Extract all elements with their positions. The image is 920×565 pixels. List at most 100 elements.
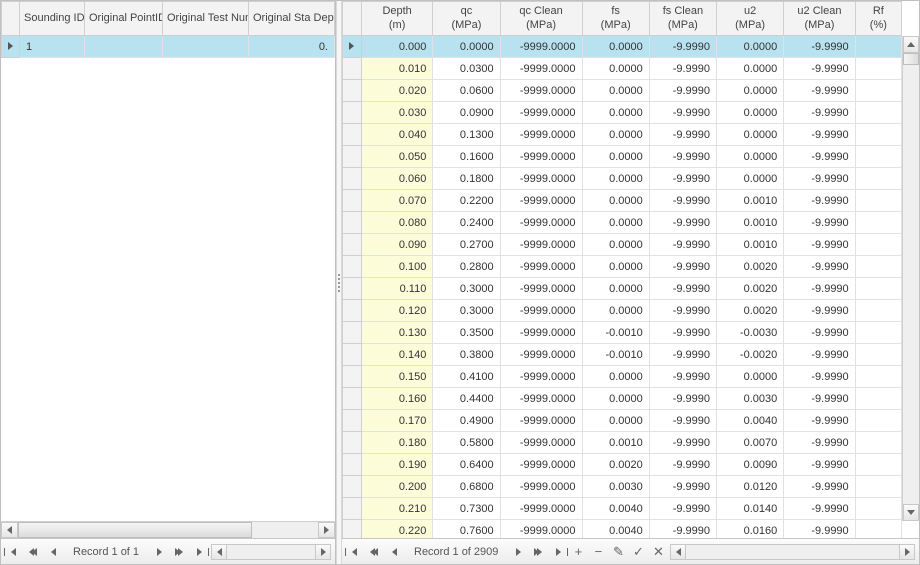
cell-u2-clean[interactable]: -9.9990	[784, 520, 855, 539]
cell-u2-clean[interactable]: -9.9990	[784, 498, 855, 520]
nav-next-btn[interactable]	[151, 544, 167, 560]
cell-qc[interactable]: 0.2800	[433, 256, 500, 278]
cell-depth[interactable]: 0.180	[361, 432, 432, 454]
nav-add-btn[interactable]: +	[570, 544, 586, 560]
cell-u2[interactable]: 0.0070	[717, 432, 784, 454]
cell-qc-clean[interactable]: -9999.0000	[500, 146, 582, 168]
cell-rf[interactable]	[855, 498, 901, 520]
cell-sounding-id[interactable]: 1	[20, 36, 85, 58]
cell-u2-clean[interactable]: -9.9990	[784, 234, 855, 256]
cell-qc[interactable]: 0.0900	[433, 102, 500, 124]
cell-depth[interactable]: 0.220	[361, 520, 432, 539]
table-row[interactable]: 10.	[2, 36, 335, 58]
cell-qc-clean[interactable]: -9999.0000	[500, 388, 582, 410]
cell-qc[interactable]: 0.4900	[433, 410, 500, 432]
cell-qc[interactable]: 0.0600	[433, 80, 500, 102]
hscroll-left-btn[interactable]	[1, 522, 18, 538]
cell-u2[interactable]: -0.0030	[717, 322, 784, 344]
cell-u2-clean[interactable]: -9.9990	[784, 388, 855, 410]
cell-qc-clean[interactable]: -9999.0000	[500, 256, 582, 278]
cell-fs[interactable]: 0.0000	[582, 80, 649, 102]
cell-u2-clean[interactable]: -9.9990	[784, 476, 855, 498]
cell-qc-clean[interactable]: -9999.0000	[500, 366, 582, 388]
cell-u2[interactable]: 0.0000	[717, 58, 784, 80]
cell-fs-clean[interactable]: -9.9990	[649, 432, 716, 454]
cell-depth[interactable]: 0.030	[361, 102, 432, 124]
cell-u2[interactable]: 0.0000	[717, 124, 784, 146]
cell-rf[interactable]	[855, 278, 901, 300]
cell-qc[interactable]: 0.4400	[433, 388, 500, 410]
cell-rf[interactable]	[855, 322, 901, 344]
cell-u2[interactable]: 0.0090	[717, 454, 784, 476]
table-row[interactable]: 0.2000.6800-9999.00000.0030-9.99900.0120…	[343, 476, 902, 498]
cell-qc[interactable]: 0.1600	[433, 146, 500, 168]
cell-qc-clean[interactable]: -9999.0000	[500, 234, 582, 256]
hscroll-right-btn[interactable]	[318, 522, 335, 538]
cell-u2[interactable]: 0.0000	[717, 102, 784, 124]
cell-qc-clean[interactable]: -9999.0000	[500, 80, 582, 102]
cell-depth[interactable]: 0.060	[361, 168, 432, 190]
table-row[interactable]: 0.2100.7300-9999.00000.0040-9.99900.0140…	[343, 498, 902, 520]
cell-u2[interactable]: 0.0010	[717, 234, 784, 256]
cell-fs-clean[interactable]: -9.9990	[649, 234, 716, 256]
nav-prev-btn[interactable]	[386, 544, 402, 560]
cell-u2[interactable]: 0.0020	[717, 256, 784, 278]
nav-nextpage-btn[interactable]	[171, 544, 187, 560]
cell-depth[interactable]: 0.010	[361, 58, 432, 80]
cell-qc[interactable]: 0.7300	[433, 498, 500, 520]
cell-fs[interactable]: 0.0020	[582, 454, 649, 476]
cell-qc-clean[interactable]: -9999.0000	[500, 190, 582, 212]
cell-fs-clean[interactable]: -9.9990	[649, 300, 716, 322]
cell-depth[interactable]: 0.100	[361, 256, 432, 278]
cell-qc[interactable]: 0.4100	[433, 366, 500, 388]
cell-depth[interactable]: 0.120	[361, 300, 432, 322]
cell-rf[interactable]	[855, 410, 901, 432]
left-grid[interactable]: Sounding ID Original PointID Original Te…	[1, 1, 335, 538]
cell-fs-clean[interactable]: -9.9990	[649, 58, 716, 80]
cell-fs[interactable]: 0.0000	[582, 190, 649, 212]
cell-u2-clean[interactable]: -9.9990	[784, 432, 855, 454]
nav-prevpage-btn[interactable]	[366, 544, 382, 560]
cell-qc-clean[interactable]: -9999.0000	[500, 300, 582, 322]
cell-depth[interactable]: 0.050	[361, 146, 432, 168]
cell-qc-clean[interactable]: -9999.0000	[500, 36, 582, 58]
cell-fs-clean[interactable]: -9.9990	[649, 388, 716, 410]
cell-u2-clean[interactable]: -9.9990	[784, 344, 855, 366]
cell-u2[interactable]: 0.0040	[717, 410, 784, 432]
cell-fs[interactable]: 0.0000	[582, 388, 649, 410]
cell-qc-clean[interactable]: -9999.0000	[500, 212, 582, 234]
cell-rf[interactable]	[855, 300, 901, 322]
nav-prev-btn[interactable]	[45, 544, 61, 560]
cell-depth[interactable]: 0.190	[361, 454, 432, 476]
cell-qc[interactable]: 0.5800	[433, 432, 500, 454]
table-row[interactable]: 0.1000.2800-9999.00000.0000-9.99900.0020…	[343, 256, 902, 278]
cell-u2[interactable]: 0.0160	[717, 520, 784, 539]
cell-fs[interactable]: 0.0040	[582, 520, 649, 539]
cell-fs-clean[interactable]: -9.9990	[649, 190, 716, 212]
cell-u2[interactable]: 0.0140	[717, 498, 784, 520]
cell-depth[interactable]: 0.090	[361, 234, 432, 256]
cell-u2[interactable]: -0.0020	[717, 344, 784, 366]
cell-fs[interactable]: -0.0010	[582, 322, 649, 344]
table-row[interactable]: 0.0600.1800-9999.00000.0000-9.99900.0000…	[343, 168, 902, 190]
cell-qc[interactable]: 0.7600	[433, 520, 500, 539]
cell-u2[interactable]: 0.0000	[717, 146, 784, 168]
table-row[interactable]: 0.1400.3800-9999.0000-0.0010-9.9990-0.00…	[343, 344, 902, 366]
table-row[interactable]: 0.0900.2700-9999.00000.0000-9.99900.0010…	[343, 234, 902, 256]
vscroll-up-btn[interactable]	[903, 36, 919, 53]
col-sounding-id[interactable]: Sounding ID	[20, 2, 85, 36]
cell-fs[interactable]: 0.0000	[582, 124, 649, 146]
cell-depth[interactable]: 0.140	[361, 344, 432, 366]
cell-depth[interactable]: 0.200	[361, 476, 432, 498]
table-row[interactable]: 0.1200.3000-9999.00000.0000-9.99900.0020…	[343, 300, 902, 322]
cell-rf[interactable]	[855, 80, 901, 102]
table-row[interactable]: 0.0000.0000-9999.00000.0000-9.99900.0000…	[343, 36, 902, 58]
left-hscrollbar[interactable]	[1, 521, 335, 538]
cell-qc[interactable]: 0.1300	[433, 124, 500, 146]
nav-first-btn[interactable]	[5, 544, 21, 560]
cell-rf[interactable]	[855, 212, 901, 234]
cell-qc[interactable]: 0.6400	[433, 454, 500, 476]
cell-u2[interactable]: 0.0010	[717, 212, 784, 234]
cell-u2[interactable]: 0.0030	[717, 388, 784, 410]
cell-qc-clean[interactable]: -9999.0000	[500, 344, 582, 366]
